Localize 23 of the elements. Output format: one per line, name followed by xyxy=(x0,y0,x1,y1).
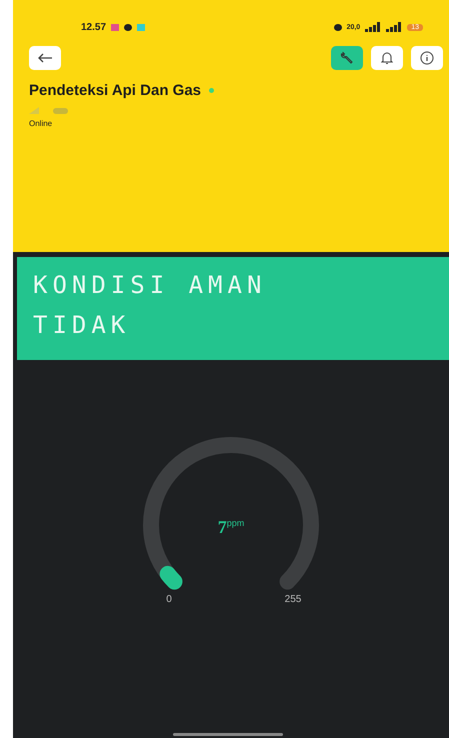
info-icon xyxy=(420,51,434,65)
notification-icon xyxy=(137,24,146,30)
back-button[interactable] xyxy=(29,46,61,70)
signal-icon xyxy=(365,22,382,32)
notifications-button[interactable] xyxy=(371,46,403,70)
lcd-line: KONDISI AMAN xyxy=(33,271,268,299)
signal-icon xyxy=(386,22,402,32)
battery-icon xyxy=(53,108,68,114)
status-time: 12.57 xyxy=(81,22,106,32)
notification-icon xyxy=(111,24,120,30)
device-status: Online xyxy=(29,119,54,128)
lcd-line: TIDAK xyxy=(33,311,132,339)
device-title: Pendeteksi Api Dan Gas xyxy=(29,82,202,99)
wrench-icon xyxy=(340,51,354,65)
bell-icon xyxy=(381,51,393,65)
settings-button[interactable] xyxy=(331,46,363,70)
signal-icon xyxy=(29,107,39,114)
gauge-min: 0 xyxy=(166,594,172,605)
info-button[interactable] xyxy=(411,46,443,70)
gauge-fill xyxy=(160,566,182,590)
back-arrow-icon xyxy=(37,53,53,63)
gauge-value: 7$^{ppm}$ xyxy=(218,517,244,537)
gauge-max: 255 xyxy=(284,594,302,605)
